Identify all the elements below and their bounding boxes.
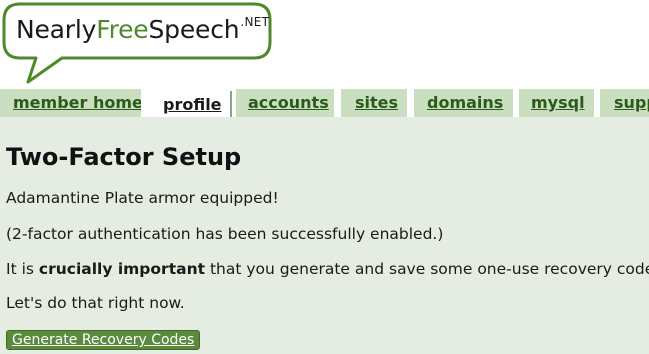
- logo-nearly: Nearly: [16, 15, 97, 44]
- tab-support[interactable]: supp: [600, 89, 649, 117]
- tab-mysql[interactable]: mysql: [519, 89, 594, 117]
- notice-suffix: that you generate and save some one-use …: [205, 260, 649, 278]
- tab-sites[interactable]: sites: [341, 89, 407, 117]
- tab-profile[interactable]: profile: [148, 91, 232, 118]
- notice-prefix: It is: [6, 260, 39, 278]
- call-to-action-text: Let's do that right now.: [6, 294, 185, 312]
- tab-domains[interactable]: domains: [414, 89, 513, 117]
- tab-member-home[interactable]: member home: [0, 89, 141, 117]
- speech-bubble-logo-icon: [2, 2, 272, 84]
- recovery-codes-notice: It is crucially important that you gener…: [6, 260, 649, 278]
- generate-recovery-codes-button[interactable]: Generate Recovery Codes: [6, 330, 201, 350]
- logo-free: Free: [96, 15, 149, 44]
- content-panel: Two-Factor Setup Adamantine Plate armor …: [0, 117, 649, 354]
- logo-speech: Speech: [148, 15, 240, 44]
- logo-wordmark: NearlyFreeSpeech.NET: [16, 15, 269, 44]
- success-message: (2-factor authentication has been succes…: [6, 225, 444, 243]
- main-nav: member home profile accounts sites domai…: [0, 89, 649, 118]
- site-logo[interactable]: NearlyFreeSpeech.NET: [0, 0, 280, 92]
- status-message: Adamantine Plate armor equipped!: [6, 189, 279, 207]
- notice-emphasis: crucially important: [38, 260, 206, 278]
- logo-net: .NET: [240, 15, 270, 29]
- page-title: Two-Factor Setup: [6, 143, 242, 171]
- tab-accounts[interactable]: accounts: [236, 89, 334, 117]
